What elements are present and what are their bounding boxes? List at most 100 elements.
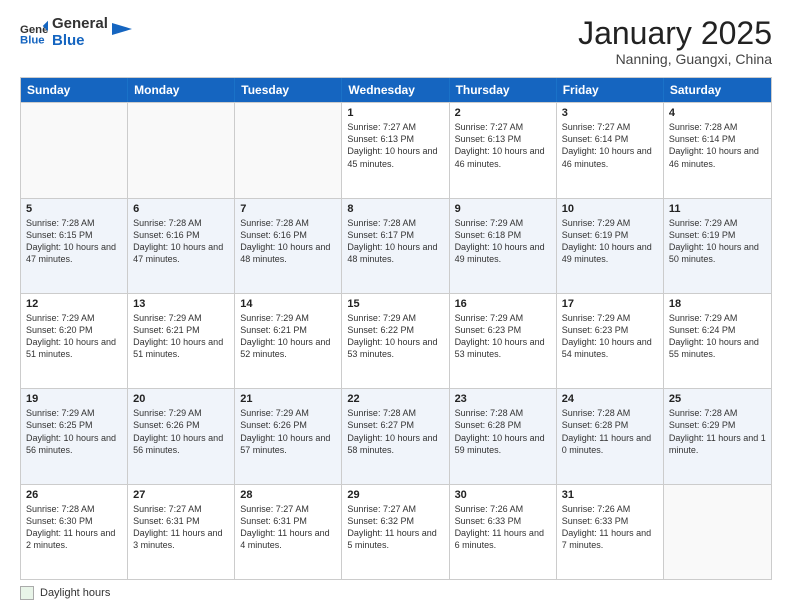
footer: Daylight hours [20,586,772,600]
calendar-row-1: 5 Sunrise: 7:28 AM Sunset: 6:15 PM Daylig… [21,198,771,293]
calendar-row-0: 1 Sunrise: 7:27 AM Sunset: 6:13 PM Daylig… [21,102,771,197]
svg-text:Blue: Blue [20,34,45,46]
calendar-header: Sunday Monday Tuesday Wednesday Thursday… [21,78,771,102]
cell-info: Sunrise: 7:29 AM Sunset: 6:24 PM Dayligh… [669,312,766,361]
title-block: January 2025 Nanning, Guangxi, China [578,16,772,67]
cell-date: 30 [455,489,551,501]
cal-cell-0-4: 2 Sunrise: 7:27 AM Sunset: 6:13 PM Daylig… [450,103,557,197]
cal-cell-1-4: 9 Sunrise: 7:29 AM Sunset: 6:18 PM Daylig… [450,199,557,293]
cal-cell-1-0: 5 Sunrise: 7:28 AM Sunset: 6:15 PM Daylig… [21,199,128,293]
cal-cell-4-3: 29Sunrise: 7:27 AM Sunset: 6:32 PM Dayli… [342,485,449,579]
cell-info: Sunrise: 7:29 AM Sunset: 6:18 PM Dayligh… [455,217,551,266]
header: General Blue General Blue January 2025 N… [20,16,772,67]
cal-cell-3-6: 25 Sunrise: 7:28 AM Sunset: 6:29 PM Dayli… [664,389,771,483]
cal-cell-0-5: 3 Sunrise: 7:27 AM Sunset: 6:14 PM Daylig… [557,103,664,197]
calendar-row-4: 26Sunrise: 7:28 AM Sunset: 6:30 PM Dayli… [21,484,771,579]
cal-cell-2-4: 16Sunrise: 7:29 AM Sunset: 6:23 PM Dayli… [450,294,557,388]
cal-cell-0-3: 1 Sunrise: 7:27 AM Sunset: 6:13 PM Daylig… [342,103,449,197]
cell-info: Sunrise: 7:29 AM Sunset: 6:21 PM Dayligh… [240,312,336,361]
cell-info: Sunrise: 7:29 AM Sunset: 6:21 PM Dayligh… [133,312,229,361]
cell-info: Sunrise: 7:29 AM Sunset: 6:23 PM Dayligh… [562,312,658,361]
logo: General Blue General Blue [20,16,132,49]
cell-date: 22 [347,393,443,405]
logo-blue-text: Blue [52,33,108,50]
cell-date: 4 [669,107,766,119]
cell-info: Sunrise: 7:28 AM Sunset: 6:28 PM Dayligh… [562,407,658,456]
cal-cell-4-1: 27 Sunrise: 7:27 AM Sunset: 6:31 PM Dayli… [128,485,235,579]
cell-date: 15 [347,298,443,310]
cell-info: Sunrise: 7:29 AM Sunset: 6:26 PM Dayligh… [133,407,229,456]
cell-info: Sunrise: 7:29 AM Sunset: 6:26 PM Dayligh… [240,407,336,456]
cal-cell-1-1: 6Sunrise: 7:28 AM Sunset: 6:16 PM Daylig… [128,199,235,293]
cal-cell-2-0: 12Sunrise: 7:29 AM Sunset: 6:20 PM Dayli… [21,294,128,388]
cal-cell-4-6 [664,485,771,579]
cell-date: 10 [562,203,658,215]
cell-date: 23 [455,393,551,405]
cal-cell-4-0: 26Sunrise: 7:28 AM Sunset: 6:30 PM Dayli… [21,485,128,579]
cal-cell-2-1: 13 Sunrise: 7:29 AM Sunset: 6:21 PM Dayli… [128,294,235,388]
header-saturday: Saturday [664,78,771,102]
cell-date: 25 [669,393,766,405]
cell-info: Sunrise: 7:27 AM Sunset: 6:31 PM Dayligh… [133,503,229,552]
cell-info: Sunrise: 7:28 AM Sunset: 6:29 PM Dayligh… [669,407,766,456]
calendar-row-3: 19 Sunrise: 7:29 AM Sunset: 6:25 PM Dayli… [21,388,771,483]
cell-info: Sunrise: 7:28 AM Sunset: 6:28 PM Dayligh… [455,407,551,456]
calendar-row-2: 12Sunrise: 7:29 AM Sunset: 6:20 PM Dayli… [21,293,771,388]
cal-cell-0-6: 4Sunrise: 7:28 AM Sunset: 6:14 PM Daylig… [664,103,771,197]
cell-info: Sunrise: 7:28 AM Sunset: 6:15 PM Dayligh… [26,217,122,266]
cell-date: 2 [455,107,551,119]
page: General Blue General Blue January 2025 N… [0,0,792,612]
cell-date: 27 [133,489,229,501]
cell-date: 21 [240,393,336,405]
cell-date: 31 [562,489,658,501]
cell-info: Sunrise: 7:27 AM Sunset: 6:13 PM Dayligh… [347,121,443,170]
cal-cell-3-0: 19 Sunrise: 7:29 AM Sunset: 6:25 PM Dayli… [21,389,128,483]
header-thursday: Thursday [450,78,557,102]
cell-info: Sunrise: 7:26 AM Sunset: 6:33 PM Dayligh… [455,503,551,552]
cell-date: 9 [455,203,551,215]
cell-date: 1 [347,107,443,119]
cal-cell-3-5: 24Sunrise: 7:28 AM Sunset: 6:28 PM Dayli… [557,389,664,483]
calendar-body: 1 Sunrise: 7:27 AM Sunset: 6:13 PM Daylig… [21,102,771,579]
cal-cell-3-4: 23 Sunrise: 7:28 AM Sunset: 6:28 PM Dayli… [450,389,557,483]
cell-info: Sunrise: 7:27 AM Sunset: 6:31 PM Dayligh… [240,503,336,552]
header-wednesday: Wednesday [342,78,449,102]
cell-info: Sunrise: 7:29 AM Sunset: 6:25 PM Dayligh… [26,407,122,456]
cell-date: 17 [562,298,658,310]
cell-info: Sunrise: 7:28 AM Sunset: 6:16 PM Dayligh… [133,217,229,266]
header-monday: Monday [128,78,235,102]
cell-date: 20 [133,393,229,405]
cell-info: Sunrise: 7:26 AM Sunset: 6:33 PM Dayligh… [562,503,658,552]
logo-general-text: General [52,16,108,33]
cell-info: Sunrise: 7:27 AM Sunset: 6:13 PM Dayligh… [455,121,551,170]
cell-date: 5 [26,203,122,215]
logo-icon: General Blue [20,19,48,47]
cell-date: 14 [240,298,336,310]
cal-cell-1-5: 10Sunrise: 7:29 AM Sunset: 6:19 PM Dayli… [557,199,664,293]
cell-date: 7 [240,203,336,215]
cell-info: Sunrise: 7:28 AM Sunset: 6:17 PM Dayligh… [347,217,443,266]
cell-info: Sunrise: 7:27 AM Sunset: 6:14 PM Dayligh… [562,121,658,170]
cell-info: Sunrise: 7:28 AM Sunset: 6:27 PM Dayligh… [347,407,443,456]
cell-info: Sunrise: 7:29 AM Sunset: 6:22 PM Dayligh… [347,312,443,361]
cal-cell-0-1 [128,103,235,197]
cell-date: 3 [562,107,658,119]
cal-cell-4-5: 31 Sunrise: 7:26 AM Sunset: 6:33 PM Dayli… [557,485,664,579]
cell-date: 13 [133,298,229,310]
legend-box [20,586,34,600]
cell-info: Sunrise: 7:29 AM Sunset: 6:19 PM Dayligh… [669,217,766,266]
logo-flag-icon [112,23,132,43]
cal-cell-2-5: 17 Sunrise: 7:29 AM Sunset: 6:23 PM Dayli… [557,294,664,388]
cell-date: 28 [240,489,336,501]
header-tuesday: Tuesday [235,78,342,102]
cal-cell-1-6: 11 Sunrise: 7:29 AM Sunset: 6:19 PM Dayli… [664,199,771,293]
header-sunday: Sunday [21,78,128,102]
cell-date: 19 [26,393,122,405]
cell-info: Sunrise: 7:27 AM Sunset: 6:32 PM Dayligh… [347,503,443,552]
cell-date: 11 [669,203,766,215]
cell-date: 26 [26,489,122,501]
month-title: January 2025 [578,16,772,51]
cell-info: Sunrise: 7:29 AM Sunset: 6:20 PM Dayligh… [26,312,122,361]
cal-cell-2-6: 18Sunrise: 7:29 AM Sunset: 6:24 PM Dayli… [664,294,771,388]
cal-cell-1-3: 8Sunrise: 7:28 AM Sunset: 6:17 PM Daylig… [342,199,449,293]
